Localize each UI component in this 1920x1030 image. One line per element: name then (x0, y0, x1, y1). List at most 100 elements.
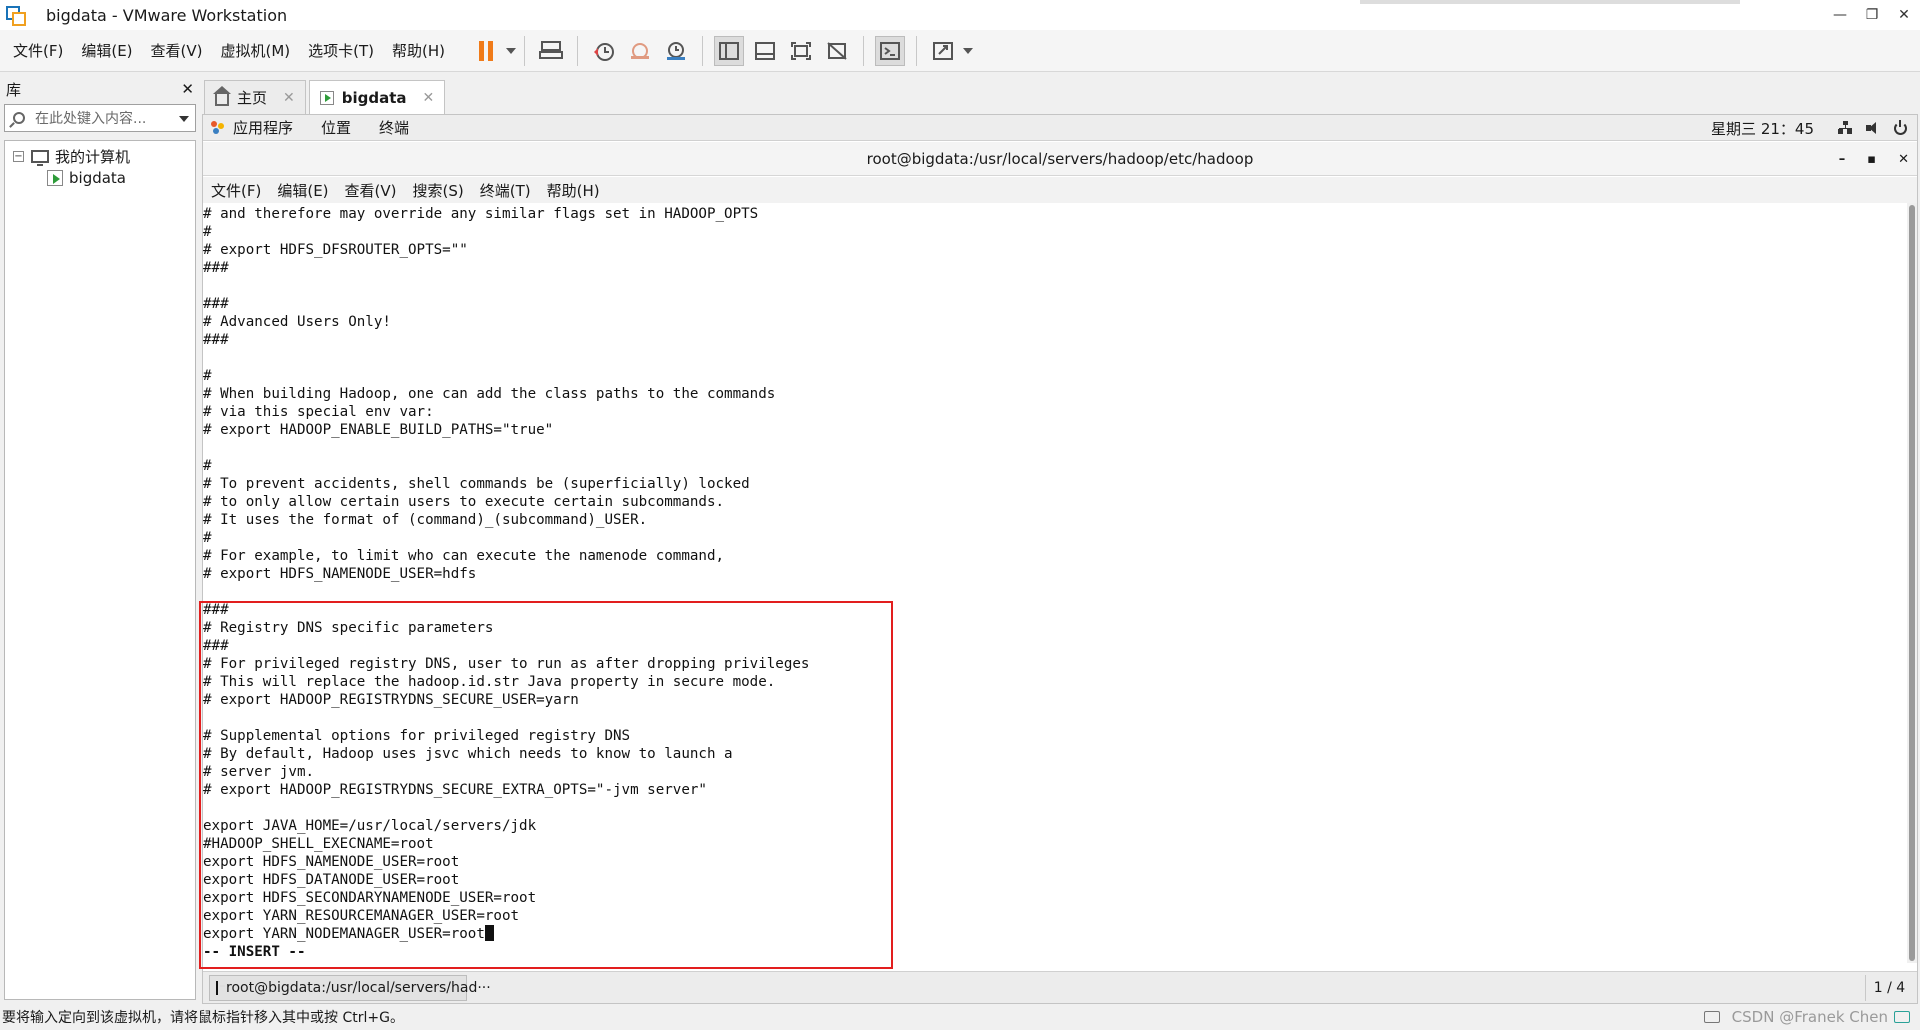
terminal-line: # To prevent accidents, shell commands b… (203, 476, 750, 492)
gnome-applications-menu[interactable]: 应用程序 (211, 117, 293, 138)
window-title: bigdata - VMware Workstation (46, 5, 288, 25)
terminal-menu-view[interactable]: 查看(V) (337, 180, 405, 201)
background-window-strip (1360, 0, 1740, 4)
terminal-text-area[interactable]: # and therefore may override any similar… (203, 203, 1909, 963)
vm-console[interactable]: 应用程序 位置 终端 星期三 21：45 root@bigdata:/usr/l… (202, 114, 1918, 1004)
terminal-line: # Supplemental options for privileged re… (203, 728, 631, 744)
toolbar-separator (863, 35, 865, 66)
pause-button[interactable] (471, 36, 501, 66)
terminal-line: # export HADOOP_ENABLE_BUILD_PATHS="true… (203, 422, 554, 438)
terminal-menu-edit[interactable]: 编辑(E) (269, 180, 336, 201)
tree-label-bigdata: bigdata (69, 169, 126, 187)
terminal-maximize-button[interactable]: ▪ (1867, 152, 1876, 167)
vmware-statusbar: 要将输入定向到该虚拟机，请将鼠标指针移入其中或按 Ctrl+G。 CSDN @F… (0, 1004, 1920, 1030)
terminal-line: export HDFS_DATANODE_USER=root (203, 872, 460, 888)
full-screen-icon (791, 41, 812, 60)
send-ctrl-alt-del-button[interactable] (536, 36, 566, 66)
close-button[interactable]: ✕ (1888, 0, 1920, 30)
network-icon[interactable] (1838, 121, 1852, 135)
terminal-line: # (203, 368, 212, 384)
terminal-menu-search[interactable]: 搜索(S) (405, 180, 472, 201)
terminal-line: # Advanced Users Only! (203, 314, 391, 330)
vm-running-icon (47, 170, 63, 186)
snapshot-manager-icon (667, 41, 686, 60)
terminal-line: # export HDFS_DFSROUTER_OPTS="" (203, 242, 468, 258)
terminal-line: # (203, 224, 212, 240)
menu-view[interactable]: 查看(V) (142, 40, 212, 61)
network-adapter-icon[interactable] (1703, 1011, 1720, 1023)
tree-collapse-toggle[interactable]: − (13, 150, 24, 162)
terminal-icon (216, 980, 225, 995)
menu-tabs[interactable]: 选项卡(T) (299, 40, 383, 61)
tab-home[interactable]: 主页 ✕ (204, 80, 306, 114)
gnome-places-menu[interactable]: 位置 (321, 117, 351, 138)
terminal-menubar: 文件(F) 编辑(E) 查看(V) 搜索(S) 终端(T) 帮助(H) (203, 177, 1917, 203)
library-layout-icon (719, 41, 740, 60)
library-close-button[interactable]: ✕ (181, 80, 194, 98)
library-search-input[interactable]: 在此处键入内容... (4, 104, 196, 132)
toolbar-separator (524, 35, 526, 66)
terminal-menu-terminal[interactable]: 终端(T) (472, 180, 539, 201)
terminal-line: # This will replace the hadoop.id.str Ja… (203, 674, 776, 690)
terminal-line: # Registry DNS specific parameters (203, 620, 494, 636)
terminal-line: # By default, Hadoop uses jsvc which nee… (203, 746, 733, 762)
restore-button[interactable]: ❐ (1856, 0, 1888, 30)
taskbar-terminal-label: root@bigdata:/usr/local/servers/had··· (226, 979, 491, 996)
snapshot-manager-button[interactable] (661, 36, 691, 66)
terminal-line: # server jvm. (203, 764, 315, 780)
terminal-line: export JAVA_HOME=/usr/local/servers/jdk (203, 818, 537, 834)
full-screen-button[interactable] (786, 36, 816, 66)
gnome-status-area: 星期三 21：45 (1711, 115, 1907, 141)
main-menubar: 文件(F) 编辑(E) 查看(V) 虚拟机(M) 选项卡(T) 帮助(H) (0, 30, 1920, 72)
tab-bigdata-close-button[interactable]: ✕ (423, 90, 435, 106)
status-icons: CSDN @Franek Chen (1703, 1004, 1910, 1030)
menu-help[interactable]: 帮助(H) (383, 40, 454, 61)
power-icon[interactable] (1894, 119, 1907, 135)
device-icon[interactable] (1894, 1011, 1910, 1023)
terminal-menu-file[interactable]: 文件(F) (203, 180, 269, 201)
power-dropdown-arrow-icon[interactable] (506, 47, 517, 54)
terminal-minimize-button[interactable]: – (1839, 152, 1846, 167)
gnome-clock[interactable]: 星期三 21：45 (1711, 118, 1814, 139)
window-controls: — ❐ ✕ (1824, 0, 1920, 30)
terminal-close-button[interactable]: ✕ (1898, 152, 1909, 167)
terminal-line: # to only allow certain users to execute… (203, 494, 725, 510)
terminal-scrollbar[interactable] (1907, 203, 1917, 963)
computer-icon (31, 149, 49, 166)
revert-snapshot-button[interactable] (625, 36, 655, 66)
vmware-logo-icon (6, 4, 28, 26)
pause-icon (479, 40, 494, 61)
menu-file[interactable]: 文件(F) (4, 40, 72, 61)
volume-icon[interactable] (1866, 122, 1880, 134)
gnome-window-list: root@bigdata:/usr/local/servers/had··· 1… (203, 971, 1917, 1003)
tree-item-my-computer[interactable]: − 我的计算机 (5, 145, 195, 167)
tab-bigdata[interactable]: bigdata ✕ (308, 80, 446, 114)
terminal-window-controls: – ▪ ✕ (1839, 142, 1909, 176)
stretch-guest-button[interactable] (928, 36, 958, 66)
gnome-terminal-menu[interactable]: 终端 (379, 117, 409, 138)
tree-item-bigdata[interactable]: bigdata (5, 167, 195, 189)
terminal-line: # (203, 530, 212, 546)
workspace-pager[interactable]: 1 / 4 (1865, 975, 1913, 1001)
gnome-applications-label: 应用程序 (233, 119, 294, 137)
unity-button[interactable] (822, 36, 852, 66)
thumbnail-bar-button[interactable] (750, 36, 780, 66)
show-library-button[interactable] (714, 35, 745, 66)
menu-vm[interactable]: 虚拟机(M) (212, 40, 300, 61)
menu-edit[interactable]: 编辑(E) (72, 40, 141, 61)
terminal-line: ### (203, 296, 229, 312)
terminal-menu-help[interactable]: 帮助(H) (539, 180, 608, 201)
scrollbar-thumb[interactable] (1909, 205, 1915, 961)
library-header: 库 ✕ (0, 74, 200, 104)
stretch-dropdown-arrow-icon[interactable] (963, 47, 974, 54)
tab-home-close-button[interactable]: ✕ (283, 90, 295, 106)
terminal-line: # For example, to limit who can execute … (203, 548, 725, 564)
search-dropdown-arrow-icon[interactable] (179, 116, 189, 122)
terminal-line: # export HADOOP_REGISTRYDNS_SECURE_USER=… (203, 692, 579, 708)
console-view-button[interactable] (875, 35, 906, 66)
minimize-button[interactable]: — (1824, 0, 1856, 30)
taskbar-terminal-item[interactable]: root@bigdata:/usr/local/servers/had··· (209, 974, 491, 1001)
window-titlebar: bigdata - VMware Workstation — ❐ ✕ (0, 0, 1920, 30)
keyboard-icon (539, 40, 564, 59)
snapshot-button[interactable] (589, 36, 619, 66)
